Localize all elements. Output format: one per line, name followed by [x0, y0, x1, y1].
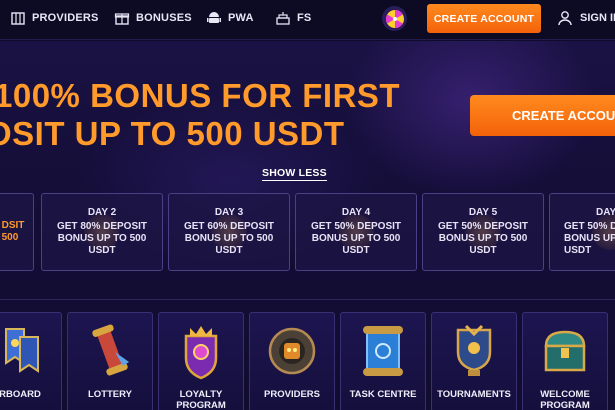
- day-card-2[interactable]: DAY 2 GET 80% DEPOSIT BONUS UP TO 500 US…: [41, 193, 163, 271]
- day-card-desc: GET 80% DEPOSIT BONUS UP TO 500 USDT: [56, 221, 148, 256]
- nav-providers-label: PROVIDERS: [32, 12, 99, 24]
- tile-tournaments[interactable]: TOURNAMENTS: [431, 312, 517, 410]
- android-icon: [206, 10, 222, 26]
- nav-pwa[interactable]: PWA: [206, 0, 254, 36]
- banner-icon: [0, 321, 47, 381]
- day-card-title: DAY 3: [214, 207, 244, 218]
- day-card-1[interactable]: DSIT 500: [0, 193, 34, 271]
- day-card-4[interactable]: DAY 4 GET 50% DEPOSIT BONUS UP TO 500 US…: [295, 193, 417, 271]
- day-card-title: DAY 6: [596, 207, 615, 218]
- tile-label: PROVIDERS: [264, 389, 320, 400]
- nav-providers[interactable]: PROVIDERS: [10, 0, 99, 36]
- day-card-desc: GET 50% DEPOSIT BONUS UP TO 500 USDT: [437, 221, 529, 256]
- tile-welcome-program[interactable]: WELCOME PROGRAM: [522, 312, 608, 410]
- sign-in-label: SIGN IN: [580, 12, 615, 24]
- hero-headline-line1: 100% BONUS FOR FIRST: [0, 77, 401, 114]
- hero-section: 100% BONUS FOR FIRST OSIT UP TO 500 USDT…: [0, 41, 615, 410]
- day-card-desc: GET 50% D BONUS UP USDT: [564, 221, 615, 256]
- scroll-icon: [82, 321, 138, 381]
- nav-bonuses[interactable]: BONUSES: [114, 0, 192, 36]
- nav-fs[interactable]: FS: [275, 0, 311, 36]
- robot-icon: [264, 321, 320, 381]
- tile-label: LOYALTY PROGRAM: [176, 389, 226, 410]
- tile-lottery[interactable]: LOTTERY: [67, 312, 153, 410]
- day-card-title: DAY 5: [468, 207, 498, 218]
- crest-icon: [173, 321, 229, 381]
- trophy-icon: [446, 321, 502, 381]
- show-less-link[interactable]: SHOW LESS: [262, 167, 327, 181]
- chest-icon: [537, 321, 593, 381]
- gift-icon: [114, 10, 130, 26]
- section-divider: [0, 299, 615, 300]
- cake-icon: [275, 10, 291, 26]
- nav-bonuses-label: BONUSES: [136, 12, 192, 24]
- tile-label: TOURNAMENTS: [437, 389, 511, 400]
- hero-headline: 100% BONUS FOR FIRST OSIT UP TO 500 USDT: [0, 77, 434, 153]
- hero-headline-line2: OSIT UP TO 500 USDT: [0, 115, 345, 152]
- day-card-3[interactable]: DAY 3 GET 60% DEPOSIT BONUS UP TO 500 US…: [168, 193, 290, 271]
- day-card-desc: GET 50% DEPOSIT BONUS UP TO 500 USDT: [310, 221, 402, 256]
- sign-in-link[interactable]: SIGN IN: [557, 0, 615, 36]
- tile-label: LOTTERY: [88, 389, 132, 400]
- day-card-6[interactable]: DAY 6 GET 50% D BONUS UP USDT: [549, 193, 615, 271]
- tile-label: WELCOME PROGRAM: [540, 389, 590, 410]
- tile-leaderboard[interactable]: ADERBOARD: [0, 312, 62, 410]
- user-icon: [557, 10, 573, 26]
- day-card-desc: DSIT 500: [1, 220, 25, 243]
- create-account-button[interactable]: CREATE ACCOUNT: [427, 4, 541, 33]
- tile-loyalty-program[interactable]: LOYALTY PROGRAM: [158, 312, 244, 410]
- day-card-title: DAY 2: [87, 207, 117, 218]
- day-card-title: DAY 4: [341, 207, 371, 218]
- tile-label: TASK CENTRE: [349, 389, 417, 400]
- tile-task-centre[interactable]: TASK CENTRE: [340, 312, 426, 410]
- building-icon: [10, 10, 26, 26]
- top-navigation: PROVIDERS BONUSES PWA FS CREATE ACCOUNT: [0, 0, 615, 40]
- nav-fs-label: FS: [297, 12, 312, 24]
- day-card-5[interactable]: DAY 5 GET 50% DEPOSIT BONUS UP TO 500 US…: [422, 193, 544, 271]
- task-scroll-icon: [355, 321, 411, 381]
- fortune-wheel-icon[interactable]: [382, 6, 407, 31]
- day-card-desc: GET 60% DEPOSIT BONUS UP TO 500 USDT: [183, 221, 275, 256]
- nav-pwa-label: PWA: [228, 12, 254, 24]
- hero-create-account-button[interactable]: CREATE ACCOUNT: [470, 95, 615, 136]
- tile-label: ADERBOARD: [0, 389, 41, 400]
- tile-providers[interactable]: PROVIDERS: [249, 312, 335, 410]
